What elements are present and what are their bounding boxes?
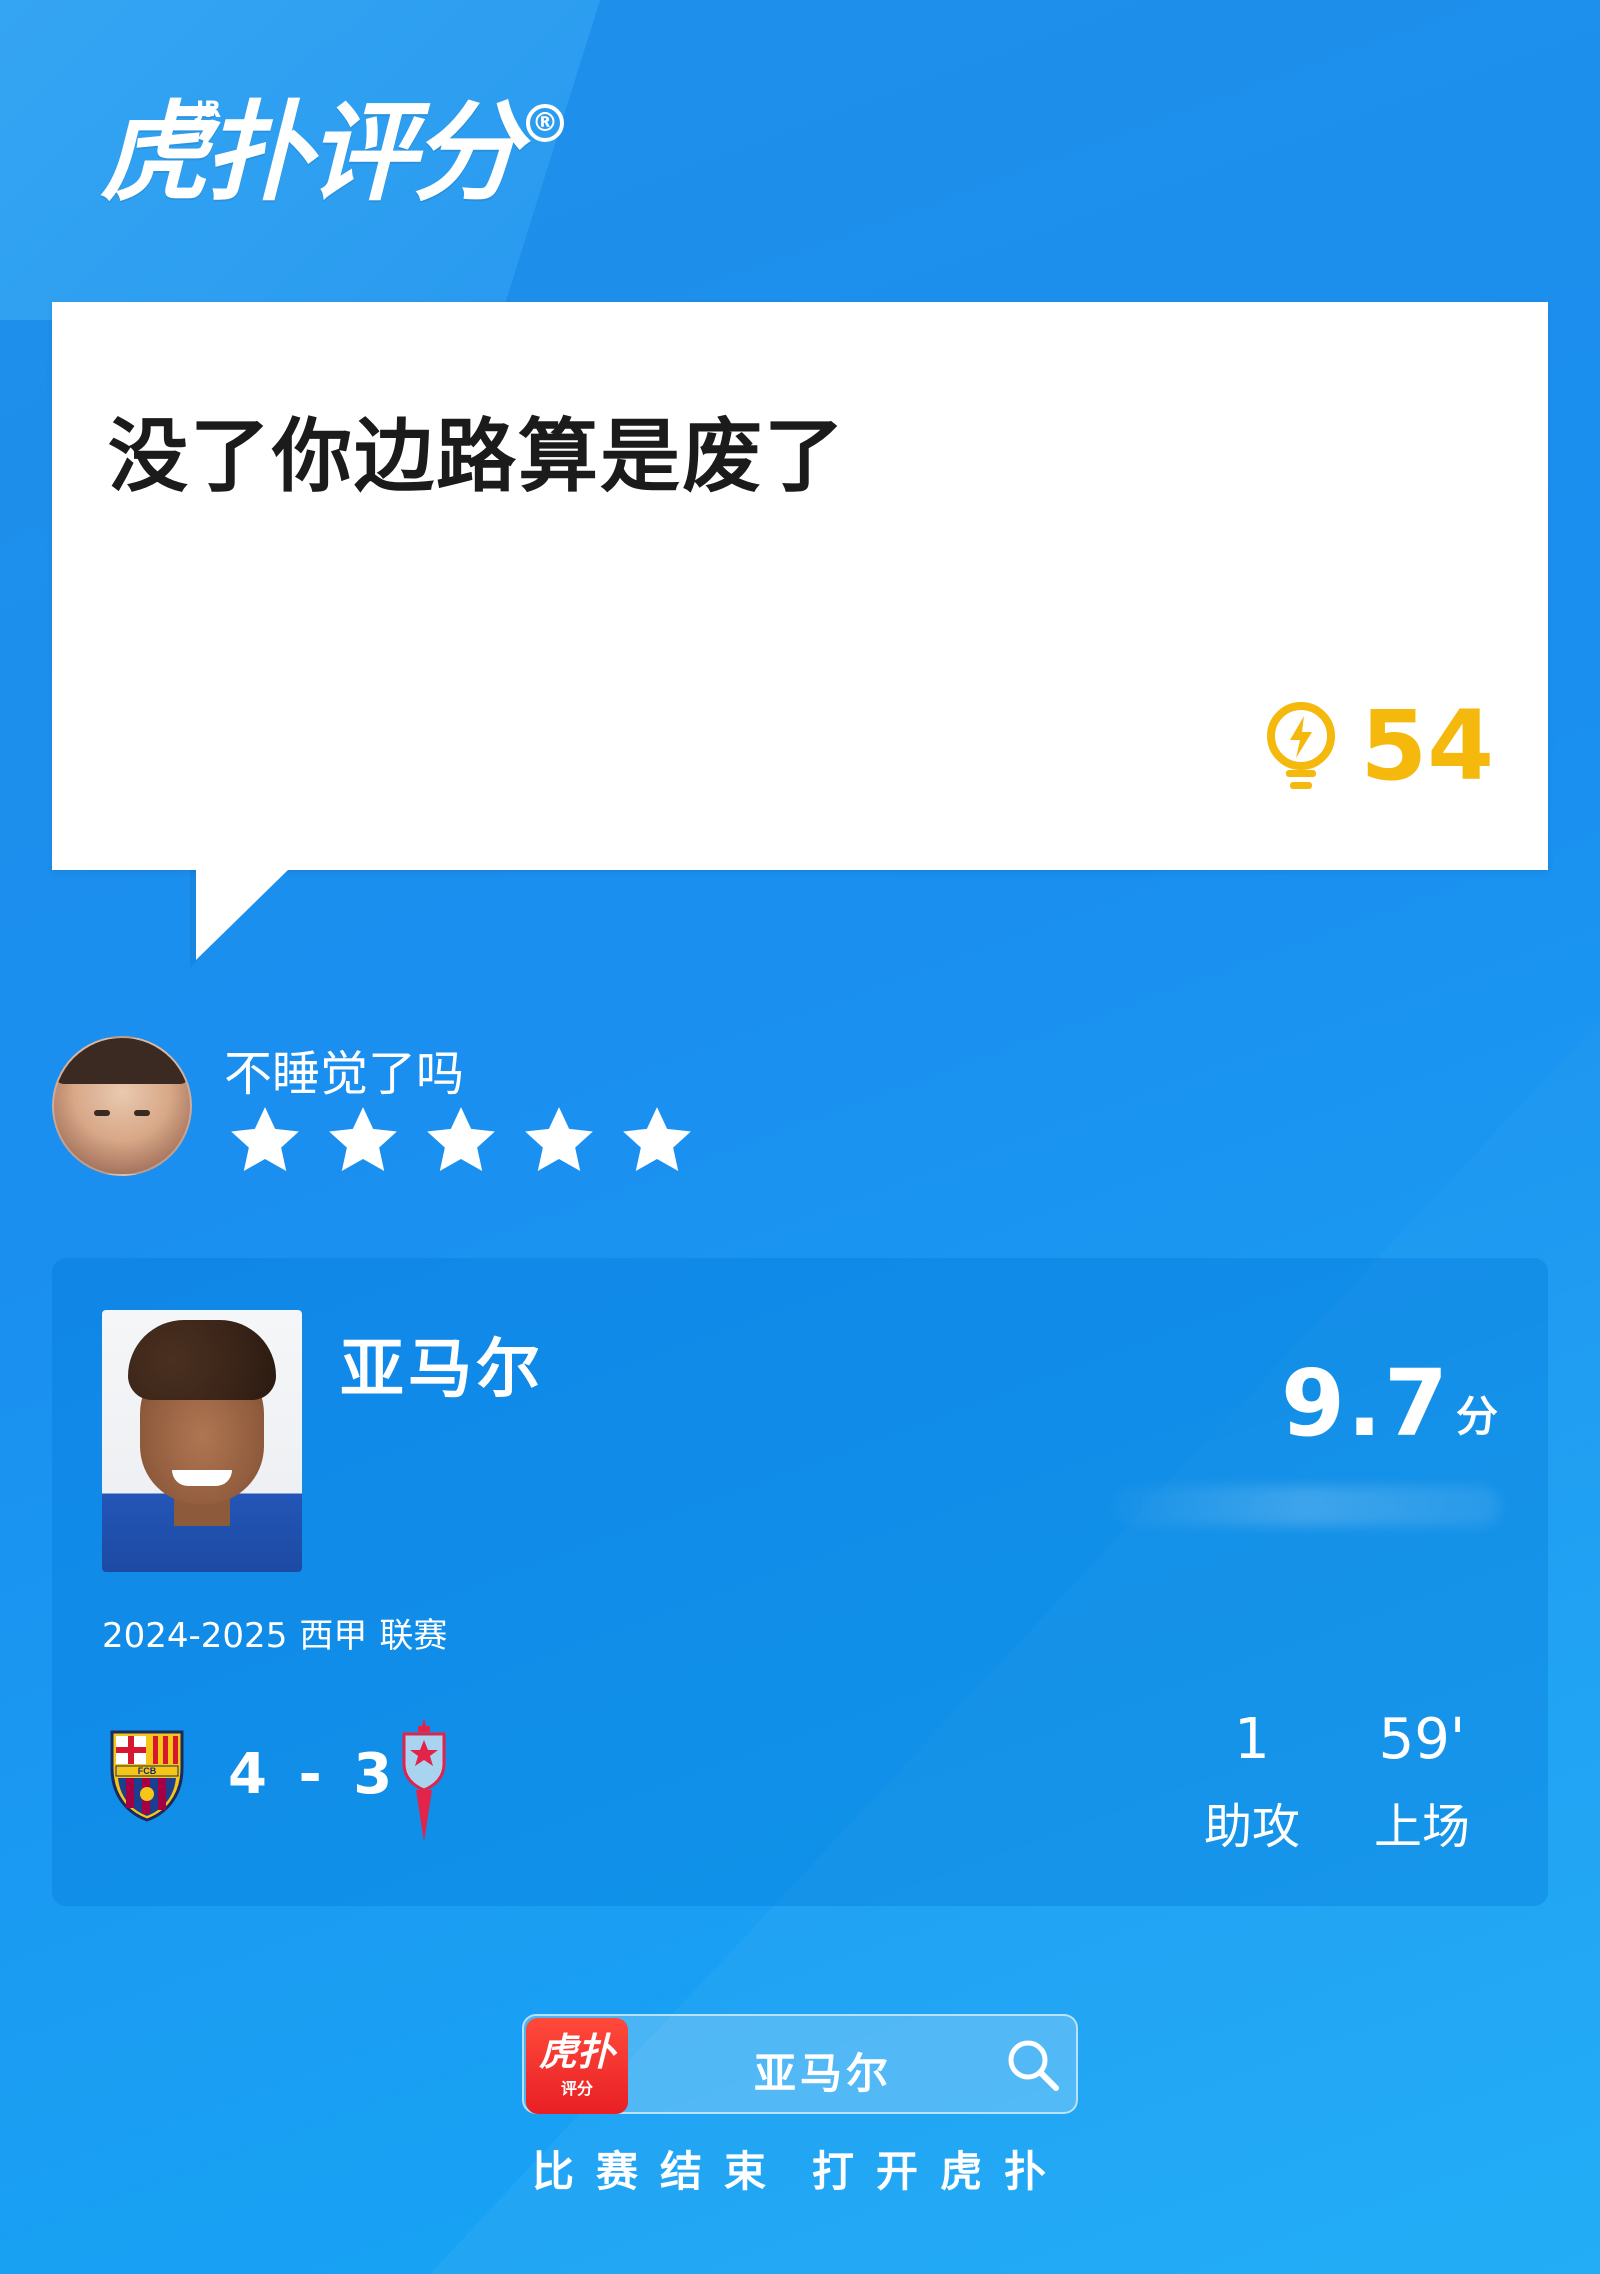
league-name: 西甲 [299, 1616, 368, 1656]
search-icon[interactable] [1004, 2036, 1062, 2094]
logo-text: 虎扑评分 [100, 91, 520, 216]
stat-label: 上场 [1373, 1799, 1470, 1856]
player-photo [102, 1310, 302, 1572]
comment-card: 没了你边路算是废了 54 [52, 302, 1548, 870]
star-icon [329, 1107, 397, 1172]
search-query: 亚马尔 [754, 2049, 893, 2098]
footer-caption: 比赛结束 打开虎扑 [0, 2138, 1600, 2199]
stat-value: 59' [1378, 1707, 1466, 1772]
stat-minutes-played: 59' 上场 [1342, 1706, 1502, 1857]
star-icon [525, 1107, 593, 1172]
rating-unit: 分 [1455, 1392, 1498, 1441]
brand-logo: 虎扑评分 JR ® [100, 91, 565, 216]
username: 不睡觉了吗 [224, 1046, 465, 1102]
rating-value: 9.7 [1281, 1350, 1450, 1457]
speech-bubble-tail [196, 868, 290, 960]
star-icon [427, 1107, 495, 1172]
app-icon-subtext: 评分 [560, 2079, 593, 2098]
celta-vigo-crest-icon [402, 1718, 446, 1842]
logo-jr-mark: JR [196, 98, 222, 123]
season-years: 2024-2025 [102, 1616, 288, 1656]
search-box[interactable]: 虎扑 评分 亚马尔 [522, 2014, 1078, 2114]
competition-type: 联赛 [379, 1616, 448, 1656]
hupu-app-icon[interactable]: 虎扑 评分 [526, 2018, 628, 2114]
footer-match-ended: 比赛结束 [531, 2147, 788, 2196]
match-score: 4 - 3 [228, 1742, 399, 1807]
player-name: 亚马尔 [340, 1333, 544, 1407]
player-card[interactable]: 亚马尔 9.7 分 2024-2025 西甲 联赛 FCB 4 - 3 1 助攻… [52, 1258, 1548, 1906]
avatar[interactable] [52, 1036, 192, 1176]
player-rating: 9.7 分 [1281, 1358, 1498, 1450]
likes-count: 54 [1360, 690, 1494, 802]
svg-text:FCB: FCB [138, 1766, 157, 1776]
stat-value: 1 [1234, 1707, 1270, 1772]
stat-label: 助攻 [1203, 1799, 1300, 1856]
fc-barcelona-crest-icon: FCB [110, 1730, 184, 1822]
footer-open-app[interactable]: 打开虎扑 [812, 2147, 1068, 2196]
stat-assists: 1 助攻 [1172, 1706, 1332, 1857]
comment-text: 没了你边路算是废了 [108, 410, 846, 503]
lightbulb-bolt-icon [1267, 702, 1336, 789]
app-icon-text: 虎扑 [538, 2030, 615, 2074]
star-icon [231, 1107, 299, 1172]
star-rating [226, 1102, 696, 1178]
star-icon [623, 1107, 691, 1172]
rating-distribution-bar [1110, 1486, 1500, 1526]
season-info: 2024-2025 西甲 联赛 [102, 1608, 459, 1657]
like-counter[interactable]: 54 [1260, 698, 1494, 794]
registered-mark: ® [526, 104, 565, 142]
